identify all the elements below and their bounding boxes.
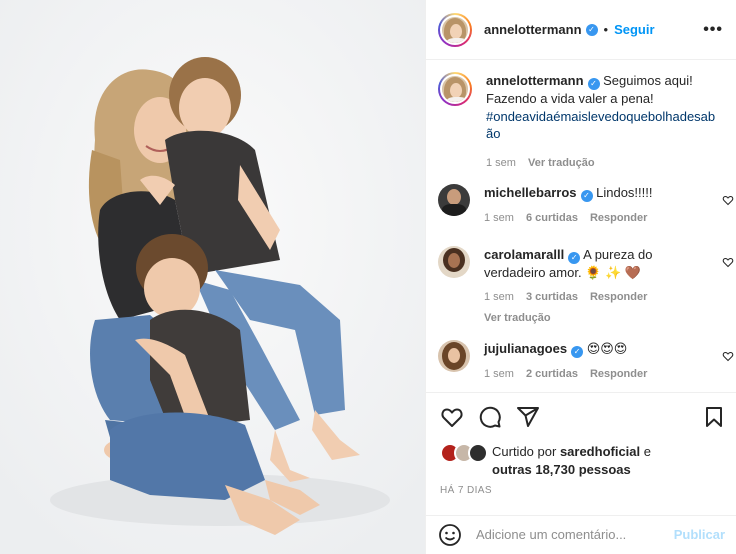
- verified-badge-icon: ✓: [568, 252, 581, 264]
- comment-time: 1 sem: [484, 291, 514, 303]
- liker-username[interactable]: saredhoficial: [560, 444, 640, 459]
- reply-button[interactable]: Responder: [590, 366, 647, 383]
- follow-button[interactable]: Seguir: [614, 22, 654, 37]
- translate-link[interactable]: Ver tradução: [484, 310, 551, 327]
- comment-likes[interactable]: 6 curtidas: [526, 210, 578, 227]
- likes-conjunction: e: [643, 444, 651, 459]
- verified-badge-icon: ✓: [585, 23, 598, 36]
- reply-button[interactable]: Responder: [590, 289, 647, 306]
- more-horizontal-icon[interactable]: •••: [703, 21, 723, 39]
- caption-hashtag[interactable]: #ondeavidaémaislevedoquebolhadesabão: [486, 109, 715, 142]
- comment-likes[interactable]: 3 curtidas: [526, 289, 578, 306]
- verified-badge-icon: ✓: [580, 190, 593, 202]
- like-heart-icon[interactable]: [440, 405, 464, 429]
- comment-item: carolamaralll ✓ A pureza do verdadeiro am…: [438, 246, 734, 327]
- instagram-post: annelottermann ✓ • Seguir ••• annelotter…: [0, 0, 736, 554]
- comment-time: 1 sem: [484, 368, 514, 380]
- comment-item: michellebarros ✓ Lindos!!!!! 1 sem 6 curt…: [438, 184, 734, 227]
- comment-likes[interactable]: 2 curtidas: [526, 366, 578, 383]
- reply-button[interactable]: Responder: [590, 210, 647, 227]
- likes-prefix: Curtido por: [492, 444, 557, 459]
- translate-link[interactable]: Ver tradução: [528, 155, 595, 173]
- post-actions: Curtido por saredhoficial e outras 18,73…: [426, 392, 736, 552]
- like-comment-heart-icon[interactable]: [722, 194, 734, 206]
- share-paper-plane-icon[interactable]: [516, 405, 540, 429]
- verified-badge-icon: ✓: [587, 78, 600, 90]
- author-username[interactable]: annelottermann: [484, 22, 582, 37]
- commenter-username[interactable]: michellebarros: [484, 185, 577, 200]
- family-photo: [0, 0, 425, 554]
- author-avatar[interactable]: [438, 12, 472, 47]
- post-time[interactable]: HÁ 7 DIAS: [440, 485, 492, 496]
- publish-button[interactable]: Publicar: [674, 527, 725, 542]
- comment-time: 1 sem: [484, 212, 514, 224]
- commenter-avatar[interactable]: [438, 184, 470, 216]
- commenter-avatar[interactable]: [438, 340, 470, 372]
- caption-author-avatar[interactable]: [438, 72, 472, 106]
- comments-list[interactable]: annelottermann ✓ Seguimos aqui! Fazendo a…: [426, 60, 736, 392]
- like-comment-heart-icon[interactable]: [722, 350, 734, 362]
- liker-avatars[interactable]: [440, 443, 490, 463]
- emoji-icon[interactable]: [438, 523, 462, 547]
- post-side-panel: annelottermann ✓ • Seguir ••• annelotter…: [425, 0, 736, 554]
- caption-username[interactable]: annelottermann: [486, 73, 584, 88]
- comment-text: 😍😍😍: [586, 341, 628, 356]
- comment-text: Lindos!!!!!: [596, 185, 653, 200]
- verified-badge-icon: ✓: [571, 346, 584, 358]
- post-caption: annelottermann ✓ Seguimos aqui! Fazendo a…: [438, 72, 728, 172]
- commenter-username[interactable]: carolamaralll: [484, 247, 564, 262]
- header-separator: •: [603, 22, 609, 37]
- likes-others[interactable]: outras 18,730 pessoas: [492, 462, 631, 477]
- caption-time: 1 sem: [486, 156, 516, 169]
- comment-bubble-icon[interactable]: [478, 405, 502, 429]
- comment-item: jujulianagoes ✓ 😍😍😍 1 sem 2 curtidas Resp…: [438, 340, 734, 383]
- likes-summary: Curtido por saredhoficial e outras 18,73…: [440, 443, 672, 479]
- like-comment-heart-icon[interactable]: [722, 256, 734, 268]
- commenter-username[interactable]: jujulianagoes: [484, 341, 567, 356]
- comment-input[interactable]: [476, 527, 666, 542]
- save-bookmark-icon[interactable]: [702, 405, 726, 429]
- post-header: annelottermann ✓ • Seguir •••: [426, 0, 736, 60]
- commenter-avatar[interactable]: [438, 246, 470, 278]
- liker-avatar: [468, 443, 488, 463]
- post-photo[interactable]: [0, 0, 425, 554]
- comment-composer: Publicar: [426, 515, 736, 553]
